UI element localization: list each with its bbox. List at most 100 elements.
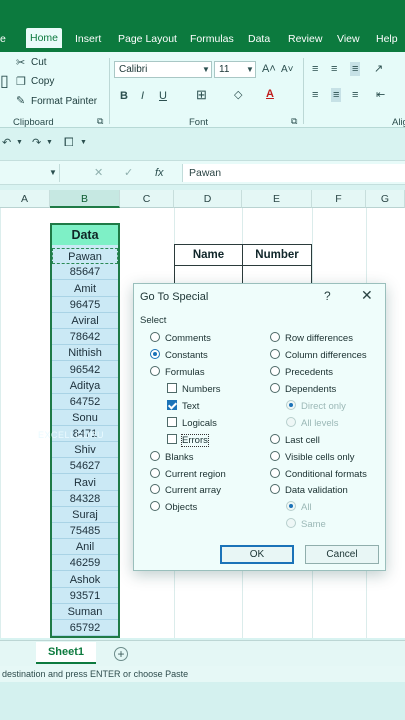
column-header-g[interactable]: G — [366, 190, 405, 208]
data-cell[interactable]: Amit — [52, 281, 118, 297]
data-cell[interactable]: 65792 — [52, 620, 118, 636]
align-center-icon[interactable]: ≡ — [331, 88, 342, 102]
option-constants[interactable]: Constants — [150, 349, 208, 363]
dialog-launcher-icon[interactable]: ⧉ — [291, 114, 297, 128]
align-top-icon[interactable]: ≡ — [312, 62, 318, 76]
shrink-font-icon[interactable]: A˅ — [281, 63, 294, 77]
cancel-button[interactable]: Cancel — [305, 545, 379, 564]
data-cell[interactable]: Nithish — [52, 345, 118, 361]
format-painter-icon[interactable]: ✎ — [16, 94, 25, 108]
data-cell[interactable]: Ravi — [52, 475, 118, 491]
column-header-d[interactable]: D — [174, 190, 242, 208]
tab-review[interactable]: Review — [288, 31, 322, 47]
chevron-down-icon[interactable]: ▼ — [80, 136, 87, 150]
option-conditional-formats[interactable]: Conditional formats — [270, 468, 367, 482]
bold-icon[interactable]: B — [120, 89, 128, 103]
column-header-b[interactable]: B — [50, 190, 120, 208]
chevron-down-icon[interactable]: ▼ — [246, 63, 254, 77]
data-cell[interactable]: 96542 — [52, 362, 118, 378]
fill-color-icon[interactable]: ◇ — [234, 88, 242, 102]
copy-icon[interactable]: ❐ — [16, 75, 26, 89]
option-visible-cells-only[interactable]: Visible cells only — [270, 451, 355, 465]
borders-icon[interactable]: ⊞ — [196, 88, 207, 102]
data-cell[interactable]: Pawan — [52, 248, 118, 264]
align-bottom-icon[interactable]: ≡ — [350, 62, 361, 76]
data-cell[interactable]: 84328 — [52, 491, 118, 507]
option-precedents[interactable]: Precedents — [270, 366, 333, 380]
cut-button[interactable]: Cut — [31, 57, 47, 68]
checkbox-numbers[interactable]: Numbers — [167, 383, 221, 397]
option-column-differences[interactable]: Column differences — [270, 349, 367, 363]
option-direct-only[interactable]: Direct only — [286, 400, 346, 414]
scissors-icon[interactable]: ✂ — [16, 56, 25, 70]
insert-function-icon[interactable]: fx — [155, 166, 164, 180]
column-header-e[interactable]: E — [242, 190, 312, 208]
paste-icon[interactable]: ▯ — [0, 74, 9, 90]
checkbox-errors[interactable]: Errors — [167, 434, 209, 448]
format-painter-button[interactable]: Format Painter — [31, 96, 97, 107]
checkbox-text[interactable]: Text — [167, 400, 199, 414]
data-cell[interactable]: 64752 — [52, 394, 118, 410]
column-header-f[interactable]: F — [312, 190, 366, 208]
table-cell[interactable] — [242, 265, 312, 285]
data-header-cell[interactable]: Data — [52, 225, 118, 245]
sheet-tab-sheet1[interactable]: Sheet1 — [36, 642, 96, 664]
data-cell[interactable]: 93571 — [52, 588, 118, 604]
tab-formulas[interactable]: Formulas — [190, 31, 234, 47]
data-cell[interactable]: 96475 — [52, 297, 118, 313]
chevron-down-icon[interactable]: ▼ — [49, 166, 57, 180]
underline-icon[interactable]: U — [159, 89, 167, 103]
column-header-c[interactable]: C — [120, 190, 174, 208]
align-left-icon[interactable]: ≡ — [312, 88, 318, 102]
align-middle-icon[interactable]: ≡ — [331, 62, 337, 76]
tab-data[interactable]: Data — [248, 31, 270, 47]
formula-input[interactable]: Pawan — [182, 164, 405, 182]
dialog-launcher-icon[interactable]: ⧉ — [97, 114, 103, 128]
option-dependents[interactable]: Dependents — [270, 383, 336, 397]
data-cell[interactable]: Anil — [52, 539, 118, 555]
data-cell[interactable]: Suman — [52, 604, 118, 620]
option-objects[interactable]: Objects — [150, 501, 197, 515]
option-comments[interactable]: Comments — [150, 332, 211, 346]
option-all-levels[interactable]: All levels — [286, 417, 339, 431]
option-data-validation[interactable]: Data validation — [270, 484, 348, 498]
font-name-box[interactable]: Calibri — [114, 61, 212, 78]
option-current-array[interactable]: Current array — [150, 484, 221, 498]
data-cell[interactable]: 75485 — [52, 523, 118, 539]
tab-file[interactable]: e — [0, 31, 6, 47]
redo-icon[interactable]: ↷ — [32, 136, 41, 150]
option-current-region[interactable]: Current region — [150, 468, 226, 482]
chevron-down-icon[interactable]: ▼ — [46, 136, 53, 150]
data-cell[interactable]: Aviral — [52, 313, 118, 329]
cancel-entry-icon[interactable]: ✕ — [94, 166, 103, 180]
data-cell[interactable]: 54627 — [52, 458, 118, 474]
data-cell[interactable]: 85647 — [52, 264, 118, 280]
orientation-icon[interactable]: ↗ — [374, 62, 383, 76]
italic-icon[interactable]: I — [141, 89, 144, 103]
option-same[interactable]: Same — [286, 518, 326, 532]
data-cell[interactable]: Aditya — [52, 378, 118, 394]
tab-view[interactable]: View — [337, 31, 360, 47]
grow-font-icon[interactable]: A˄ — [262, 62, 276, 76]
decrease-indent-icon[interactable]: ⇤ — [376, 88, 385, 102]
option-row-differences[interactable]: Row differences — [270, 332, 353, 346]
option-all[interactable]: All — [286, 501, 312, 515]
tab-help[interactable]: Help — [376, 31, 398, 47]
data-cell[interactable]: Shiv — [52, 442, 118, 458]
data-cell[interactable]: 46259 — [52, 555, 118, 571]
ok-button[interactable]: OK — [220, 545, 294, 564]
data-cell[interactable]: Sonu — [52, 410, 118, 426]
option-blanks[interactable]: Blanks — [150, 451, 194, 465]
column-header-a[interactable]: A — [0, 190, 50, 208]
undo-icon[interactable]: ↶ — [2, 136, 11, 150]
checkbox-logicals[interactable]: Logicals — [167, 417, 217, 431]
add-sheet-button[interactable]: + — [114, 647, 128, 661]
chevron-down-icon[interactable]: ▼ — [16, 136, 23, 150]
help-button[interactable]: ? — [324, 289, 331, 303]
option-formulas[interactable]: Formulas — [150, 366, 205, 380]
tab-home[interactable]: Home — [26, 28, 63, 50]
font-color-icon[interactable]: A — [266, 87, 274, 101]
copy-button[interactable]: Copy — [31, 76, 54, 87]
tab-page-layout[interactable]: Page Layout — [118, 31, 177, 47]
tab-insert[interactable]: Insert — [75, 31, 101, 47]
